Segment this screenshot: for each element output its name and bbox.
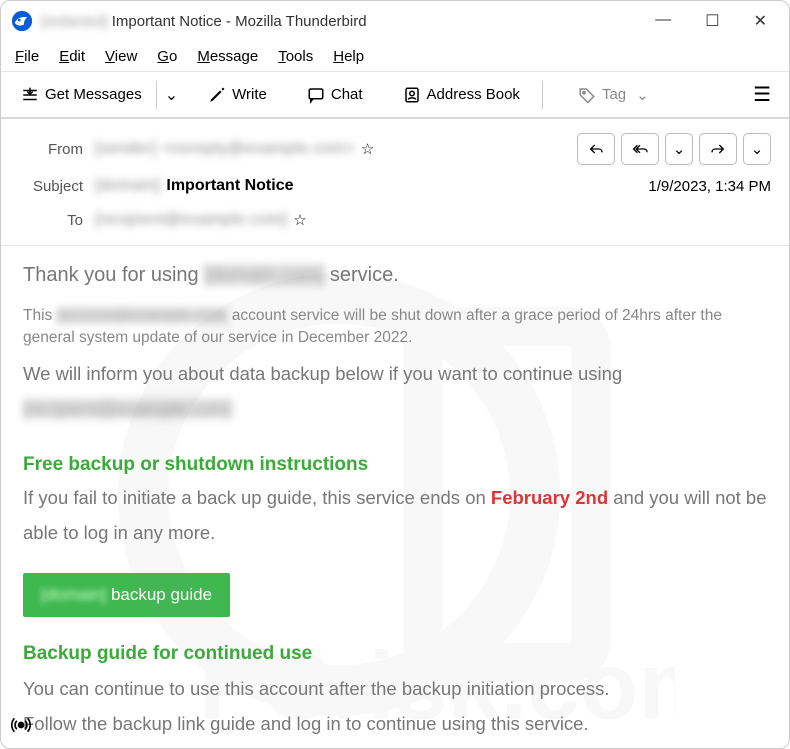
titlebar: [redacted] Important Notice - Mozilla Th… bbox=[1, 1, 789, 41]
reply-button[interactable] bbox=[577, 133, 615, 165]
star-from-icon[interactable]: ☆ bbox=[361, 140, 374, 158]
download-icon bbox=[21, 86, 39, 104]
account-redacted: [account@example.com] bbox=[57, 307, 228, 324]
menu-message[interactable]: Message bbox=[197, 48, 258, 65]
address-book-button[interactable]: Address Book bbox=[393, 80, 530, 110]
menu-go[interactable]: Go bbox=[157, 48, 177, 65]
write-label: Write bbox=[232, 86, 267, 103]
deadline-date: February 2nd bbox=[491, 487, 608, 508]
maximize-button[interactable]: ☐ bbox=[705, 11, 719, 31]
recipient-redacted: [recipient@example.com] bbox=[23, 398, 232, 419]
toolbar: Get Messages ⌄ Write Chat Address Book T… bbox=[1, 71, 789, 119]
from-label: From bbox=[19, 141, 83, 158]
message-date: 1/9/2023, 1:34 PM bbox=[648, 178, 771, 195]
greeting-redacted: [domain.com] bbox=[204, 264, 324, 286]
addressbook-label: Address Book bbox=[427, 86, 520, 103]
menu-help[interactable]: Help bbox=[333, 48, 364, 65]
chat-icon bbox=[307, 86, 325, 104]
to-value-redacted: [recipient@example.com] bbox=[95, 211, 287, 229]
subject-redacted: [domain] bbox=[95, 177, 160, 195]
continued-para-2: Follow the backup link guide and log in … bbox=[23, 706, 767, 741]
window-frame: [redacted] Important Notice - Mozilla Th… bbox=[0, 0, 790, 749]
subject-text: Important Notice bbox=[166, 177, 293, 195]
star-to-icon[interactable]: ☆ bbox=[293, 211, 306, 229]
thunderbird-icon bbox=[11, 10, 33, 32]
reply-all-dropdown[interactable]: ⌄ bbox=[665, 133, 693, 165]
button-redacted-prefix: [domain] bbox=[41, 585, 106, 604]
window-title: Important Notice - Mozilla Thunderbird bbox=[112, 13, 367, 30]
get-messages-label: Get Messages bbox=[45, 86, 142, 103]
get-messages-button[interactable]: Get Messages bbox=[11, 80, 152, 110]
menu-edit[interactable]: Edit bbox=[59, 48, 85, 65]
tag-button[interactable]: Tag ⌄ bbox=[568, 80, 659, 110]
close-button[interactable]: ✕ bbox=[754, 11, 767, 31]
write-button[interactable]: Write bbox=[198, 80, 277, 110]
more-actions-dropdown[interactable]: ⌄ bbox=[743, 133, 771, 165]
subject-label: Subject bbox=[19, 178, 83, 195]
chat-button[interactable]: Chat bbox=[297, 80, 373, 110]
minimize-button[interactable]: — bbox=[655, 11, 671, 31]
menu-file[interactable]: File bbox=[15, 48, 39, 65]
get-messages-dropdown[interactable]: ⌄ bbox=[156, 81, 178, 109]
pencil-icon bbox=[208, 86, 226, 104]
chat-label: Chat bbox=[331, 86, 363, 103]
heading-free-backup: Free backup or shutdown instructions bbox=[23, 454, 767, 476]
backup-guide-button[interactable]: [domain] backup guide bbox=[23, 573, 230, 617]
from-value-redacted: [sender] <noreply@example.com> bbox=[95, 140, 355, 158]
shutdown-notice: This [account@example.com] account servi… bbox=[23, 305, 767, 350]
continued-para-1: You can continue to use this account aft… bbox=[23, 671, 767, 706]
heading-continued-use: Backup guide for continued use bbox=[23, 643, 767, 665]
greeting-line: Thank you for using [domain.com] service… bbox=[23, 264, 767, 287]
message-header: From [sender] <noreply@example.com> ☆ ⌄ … bbox=[1, 119, 789, 246]
tag-label: Tag bbox=[602, 86, 626, 103]
broadcast-icon[interactable] bbox=[11, 715, 31, 740]
tag-icon bbox=[578, 86, 596, 104]
forward-button[interactable] bbox=[699, 133, 737, 165]
menu-view[interactable]: View bbox=[105, 48, 137, 65]
to-label: To bbox=[19, 212, 83, 229]
menu-tools[interactable]: Tools bbox=[278, 48, 313, 65]
deadline-para: If you fail to initiate a back up guide,… bbox=[23, 480, 767, 550]
title-redacted-prefix: [redacted] bbox=[41, 13, 108, 30]
reply-all-button[interactable] bbox=[621, 133, 659, 165]
addressbook-icon bbox=[403, 86, 421, 104]
menubar: File Edit View Go Message Tools Help bbox=[1, 41, 789, 71]
message-body: PCrisk.com Thank you for using [domain.c… bbox=[1, 246, 789, 748]
app-menu-button[interactable]: ☰ bbox=[745, 78, 779, 111]
button-label: backup guide bbox=[111, 585, 212, 604]
inform-line: We will inform you about data backup bel… bbox=[23, 356, 767, 426]
